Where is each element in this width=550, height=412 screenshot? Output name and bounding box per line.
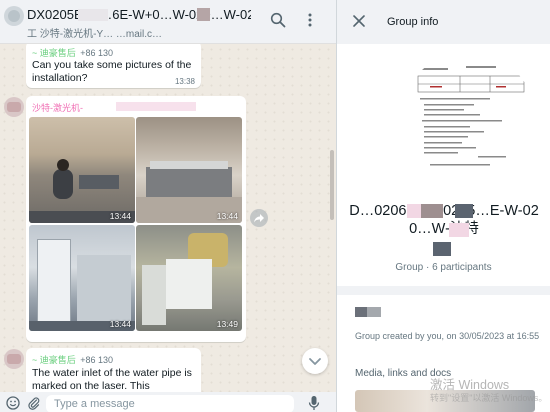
sender-name: ~ 迪豪售后 (32, 355, 76, 365)
group-name[interactable]: D…0206E-W+0205…E-W-020…W-沙特 (343, 202, 545, 238)
photo-time: 13:44 (109, 319, 131, 329)
message-sender[interactable]: ~ 迪豪售后 +86 130 (32, 46, 113, 59)
message-time: 13:38 (174, 77, 195, 86)
photo-album-bubble[interactable]: 沙特-激光机- 13:44 13:44 13:44 13:49 (26, 96, 246, 342)
chat-header[interactable]: DX0205E-W…6E-W+0…W-020…W-02… 工 沙特-激光机-Y…… (0, 0, 336, 44)
message-input[interactable] (46, 395, 294, 412)
group-participants-count: Group · 6 participants (395, 262, 492, 273)
sender-phone: +86 130 (80, 48, 114, 58)
voice-message-button[interactable] (307, 395, 321, 411)
forward-button[interactable] (250, 209, 268, 227)
search-button[interactable] (270, 12, 290, 32)
photo-time: 13:44 (216, 211, 238, 221)
group-info-title: Group info (387, 16, 439, 28)
emoji-icon (6, 396, 20, 410)
paperclip-icon (28, 397, 40, 410)
windows-activation-hint: 转到"设置"以激活 Windows。 (430, 393, 548, 403)
document-thumbnail (400, 52, 536, 188)
redaction-block (367, 307, 381, 317)
close-icon (353, 15, 365, 27)
redaction-block (421, 204, 443, 218)
photo-thumbnail[interactable]: 13:49 (136, 225, 242, 331)
emoji-button[interactable] (6, 396, 20, 410)
photo-time: 13:44 (109, 211, 131, 221)
redaction-block (204, 27, 244, 37)
chevron-down-icon (309, 358, 321, 365)
message-text: Can you take some pictures of the instal… (32, 59, 192, 84)
photo-thumbnail[interactable]: 13:44 (136, 117, 242, 223)
group-profile-card: D…0206E-W+0205…E-W-020…W-沙特 Group · 6 pa… (337, 44, 550, 286)
forward-icon (254, 214, 264, 223)
kebab-menu-icon (308, 13, 312, 27)
sender-avatar[interactable] (4, 97, 24, 117)
photo-thumbnail[interactable]: 13:44 (29, 117, 135, 223)
group-info-header: Group info (337, 0, 550, 44)
message-bubble[interactable]: ~ 迪豪售后 +86 130 Can you take some picture… (26, 41, 201, 88)
sender-phone: +86 130 (80, 355, 114, 365)
message-composer (0, 392, 336, 412)
message-sender[interactable]: ~ 迪豪售后 +86 130 (32, 353, 113, 366)
redaction-block (455, 204, 473, 218)
photo-time: 13:49 (216, 319, 238, 329)
redaction-block (433, 242, 451, 256)
chat-avatar[interactable] (4, 6, 24, 26)
scroll-to-bottom-button[interactable] (302, 348, 328, 374)
chat-title[interactable]: DX0205E-W…6E-W+0…W-020…W-02… (27, 7, 251, 22)
group-created-info: Group created by you, on 30/05/2023 at 1… (355, 331, 540, 341)
attach-button[interactable] (27, 396, 41, 410)
redaction-block (197, 8, 210, 21)
photo-thumbnail[interactable]: 13:44 (29, 225, 135, 331)
chat-menu-button[interactable] (302, 12, 322, 32)
group-avatar[interactable] (400, 52, 536, 188)
redaction-block (78, 9, 108, 21)
chat-panel: DX0205E-W…6E-W+0…W-020…W-02… 工 沙特-激光机-Y…… (0, 0, 336, 412)
sender-avatar[interactable] (4, 349, 24, 369)
close-button[interactable] (352, 14, 366, 28)
redaction-block (449, 223, 469, 237)
redaction-block (116, 102, 196, 111)
sender-name: ~ 迪豪售后 (32, 48, 76, 58)
search-icon (270, 12, 286, 28)
message-sender[interactable]: 沙特-激光机- (32, 101, 83, 114)
group-info-panel: Group info D…0206E-W+0205…E-W-020…W-沙特 G… (337, 0, 550, 412)
chat-scrollbar[interactable] (330, 150, 334, 220)
microphone-icon (308, 396, 320, 410)
